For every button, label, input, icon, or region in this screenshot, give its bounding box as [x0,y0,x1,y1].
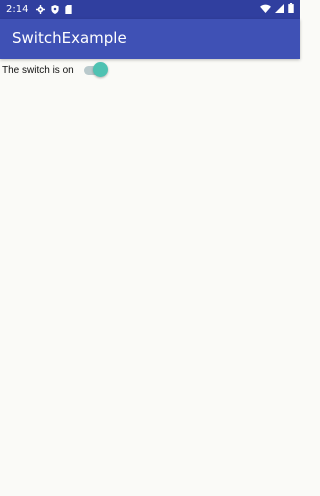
status-left-icons [36,5,78,14]
status-right-icons [256,3,294,13]
main-content: The switch is on [0,59,300,496]
switch-row: The switch is on [2,62,108,78]
app-bar: SwitchExample [0,19,300,59]
toggle-switch[interactable] [83,62,108,78]
sd-card-icon [65,5,73,14]
signal-icon [275,3,284,13]
app-title: SwitchExample [12,29,127,47]
battery-icon [288,3,294,13]
switch-label: The switch is on [2,64,74,76]
switch-thumb[interactable] [92,62,108,77]
gear-icon [36,5,46,14]
shield-icon [51,5,60,14]
wifi-icon [260,4,271,13]
status-bar: 2:14 [0,0,300,19]
status-time: 2:14 [6,4,29,15]
